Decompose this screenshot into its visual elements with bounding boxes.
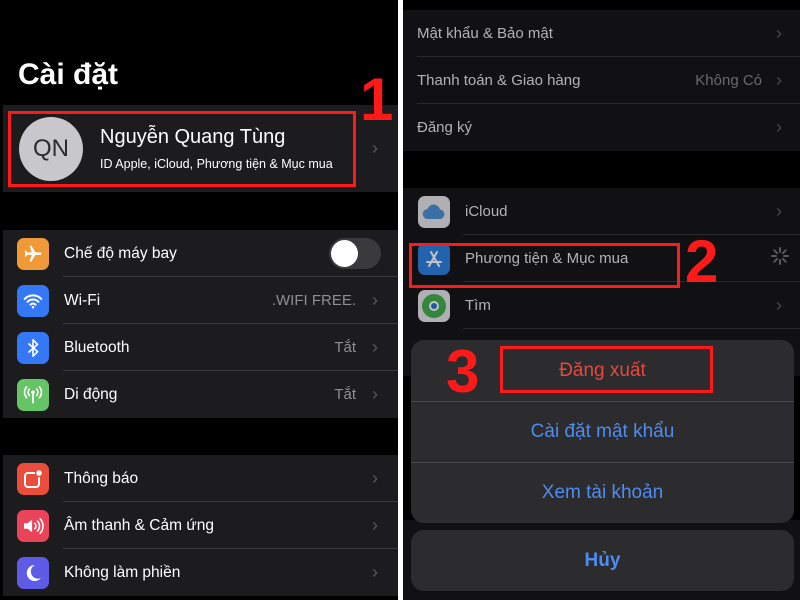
airplane-icon [17, 237, 49, 270]
annotation-box-2 [409, 243, 680, 288]
password-settings-button[interactable]: Cài đặt mật khẩu [411, 401, 794, 462]
settings-row-cellular[interactable]: Di động Tắt › [3, 371, 398, 418]
apple-id-panel: Mật khẩu & Bảo mật › Thanh toán & Giao h… [403, 0, 800, 600]
chevron-right-icon: › [372, 562, 378, 582]
chevron-right-icon: › [372, 384, 378, 404]
settings-row-bluetooth[interactable]: Bluetooth Tắt › [3, 324, 398, 371]
notifications-group: Thông báo › Âm thanh & Cảm ứng › Không l… [3, 455, 398, 596]
row-label: Thanh toán & Giao hàng [417, 72, 581, 89]
wifi-network-value: .WIFI FREE. [271, 292, 356, 309]
airplane-mode-toggle[interactable] [329, 238, 381, 269]
row-label: Wi-Fi [64, 291, 101, 309]
annotation-number-3: 3 [446, 338, 480, 405]
cellular-icon [17, 378, 49, 411]
page-title: Cài đặt [18, 58, 119, 91]
notifications-icon [17, 462, 49, 495]
row-label: Thông báo [64, 469, 139, 487]
wifi-icon [17, 284, 49, 317]
row-password-security[interactable]: Mật khẩu & Bảo mật › [403, 10, 800, 57]
moon-icon [17, 556, 49, 589]
chevron-right-icon: › [776, 23, 782, 43]
chevron-right-icon: › [372, 138, 378, 158]
chevron-right-icon: › [372, 515, 378, 535]
find-my-icon [418, 289, 450, 322]
row-label: Mật khẩu & Bảo mật [417, 25, 553, 42]
payment-value: Không Có [695, 72, 762, 89]
row-label: Âm thanh & Cảm ứng [64, 516, 214, 534]
view-account-button[interactable]: Xem tài khoản [411, 462, 794, 523]
annotation-number-1: 1 [360, 66, 394, 133]
settings-row-sounds[interactable]: Âm thanh & Cảm ứng › [3, 502, 398, 549]
settings-row-do-not-disturb[interactable]: Không làm phiền › [3, 549, 398, 596]
settings-row-airplane-mode[interactable]: Chế độ máy bay [3, 230, 398, 277]
sound-icon [17, 509, 49, 542]
row-label: Bluetooth [64, 338, 130, 356]
row-label: Không làm phiền [64, 563, 181, 581]
annotation-box-3 [500, 346, 713, 393]
row-subscriptions[interactable]: Đăng ký › [403, 104, 800, 151]
bluetooth-icon [17, 331, 49, 364]
row-label: iCloud [465, 203, 508, 220]
row-payment-shipping[interactable]: Thanh toán & Giao hàng Không Có › [403, 57, 800, 104]
bluetooth-status-value: Tắt [334, 339, 356, 356]
chevron-right-icon: › [776, 70, 782, 90]
settings-panel: Cài đặt QN Nguyễn Quang Tùng ID Apple, i… [0, 0, 398, 600]
settings-row-wifi[interactable]: Wi-Fi .WIFI FREE. › [3, 277, 398, 324]
row-label: Chế độ máy bay [64, 244, 177, 262]
connectivity-group: Chế độ máy bay Wi-Fi .WIFI FREE. › Bluet… [3, 230, 398, 418]
settings-row-notifications[interactable]: Thông báo › [3, 455, 398, 502]
cellular-status-value: Tắt [334, 386, 356, 403]
row-icloud[interactable]: iCloud › [403, 188, 800, 235]
row-find-my[interactable]: Tìm › [403, 282, 800, 329]
chevron-right-icon: › [372, 468, 378, 488]
row-label: Tìm [465, 297, 491, 314]
cancel-button[interactable]: Hủy [411, 530, 794, 591]
chevron-right-icon: › [776, 201, 782, 221]
chevron-right-icon: › [776, 295, 782, 315]
annotation-number-2: 2 [685, 228, 719, 295]
row-label: Di động [64, 385, 118, 403]
icloud-icon [418, 195, 450, 228]
annotation-box-1 [8, 111, 356, 187]
loading-spinner-icon [770, 246, 789, 271]
account-group: Mật khẩu & Bảo mật › Thanh toán & Giao h… [403, 10, 800, 151]
row-label: Đăng ký [417, 119, 473, 136]
chevron-right-icon: › [776, 117, 782, 137]
chevron-right-icon: › [372, 290, 378, 310]
chevron-right-icon: › [372, 337, 378, 357]
